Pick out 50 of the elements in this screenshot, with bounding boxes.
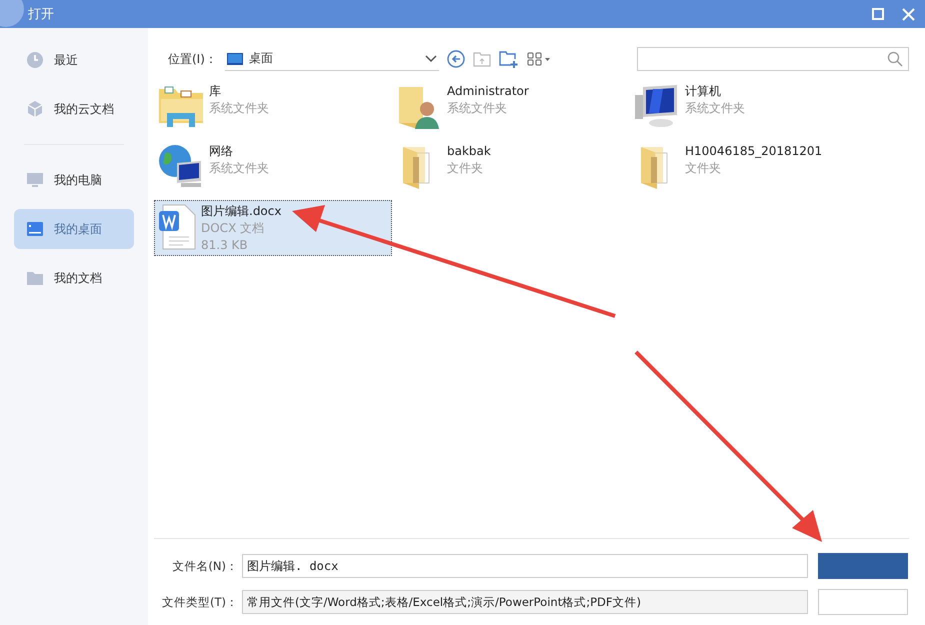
file-item[interactable]: Administrator 系统文件夹	[392, 80, 630, 134]
file-name: bakbak	[447, 143, 491, 160]
file-name: 计算机	[685, 83, 722, 100]
filename-label: 文件名(N)：	[171, 558, 238, 574]
file-type: 系统文件夹	[209, 100, 269, 117]
clock-icon	[26, 51, 44, 69]
desktop-icon	[226, 52, 243, 64]
file-item[interactable]: 网络 系统文件夹	[154, 140, 392, 194]
sidebar-item[interactable]: 最近	[14, 40, 134, 80]
new-folder-icon[interactable]	[498, 50, 519, 68]
file-type: 系统文件夹	[685, 100, 745, 117]
close-icon[interactable]	[902, 8, 915, 20]
file-type: 文件夹	[447, 160, 484, 177]
location-dropdown[interactable]: 桌面	[224, 47, 439, 71]
chevron-down-icon	[424, 54, 437, 62]
sidebar-item[interactable]: 我的电脑	[14, 160, 134, 200]
file-item[interactable]: 图片编辑.docx DOCX 文档 81.3 KB	[154, 200, 392, 256]
file-item[interactable]: 计算机 系统文件夹	[630, 80, 890, 134]
file-name: 网络	[209, 143, 234, 160]
file-type: DOCX 文档	[201, 220, 266, 237]
file-name: Administrator	[447, 83, 529, 100]
location-label: 位置(I)：	[168, 50, 217, 68]
file-name: 图片编辑.docx	[201, 203, 282, 220]
file-type: 系统文件夹	[447, 100, 508, 117]
desktop-icon	[26, 220, 44, 238]
file-name: H10046185_20181201	[685, 143, 822, 160]
monitor-icon	[26, 171, 44, 189]
filetype-label: 文件类型(T)：	[161, 594, 238, 610]
file-item[interactable]: H10046185_20181201 文件夹	[630, 140, 890, 194]
sidebar-item[interactable]: 我的云文档	[14, 89, 134, 129]
search-field[interactable]	[637, 47, 909, 71]
filetype-dropdown[interactable]: 常用文件(文字/Word格式;表格/Excel格式;演示/PowerPoint格式;PDF文件)	[242, 590, 808, 614]
view-grid-icon[interactable]	[526, 52, 551, 66]
file-item[interactable]: bakbak 文件夹	[392, 140, 630, 194]
file-type: 系统文件夹	[209, 160, 269, 177]
maximize-icon[interactable]	[872, 8, 884, 20]
word-document-icon	[157, 203, 197, 251]
search-icon	[887, 51, 903, 67]
folder-up-icon[interactable]	[472, 51, 491, 67]
sidebar-item[interactable]: 我的桌面	[14, 209, 134, 249]
back-icon[interactable]	[446, 50, 465, 68]
cube-icon	[26, 100, 44, 118]
file-size: 81.3 KB	[201, 237, 249, 254]
sidebar-item[interactable]: 我的文档	[14, 258, 134, 298]
file-name: 库	[209, 83, 222, 100]
file-item[interactable]: 库 系统文件夹	[154, 80, 392, 134]
window-title: 打开	[28, 6, 54, 23]
filename-field[interactable]: 图片编辑. docx	[242, 554, 808, 578]
folder-icon	[26, 269, 44, 287]
file-type: 文件夹	[685, 160, 722, 177]
